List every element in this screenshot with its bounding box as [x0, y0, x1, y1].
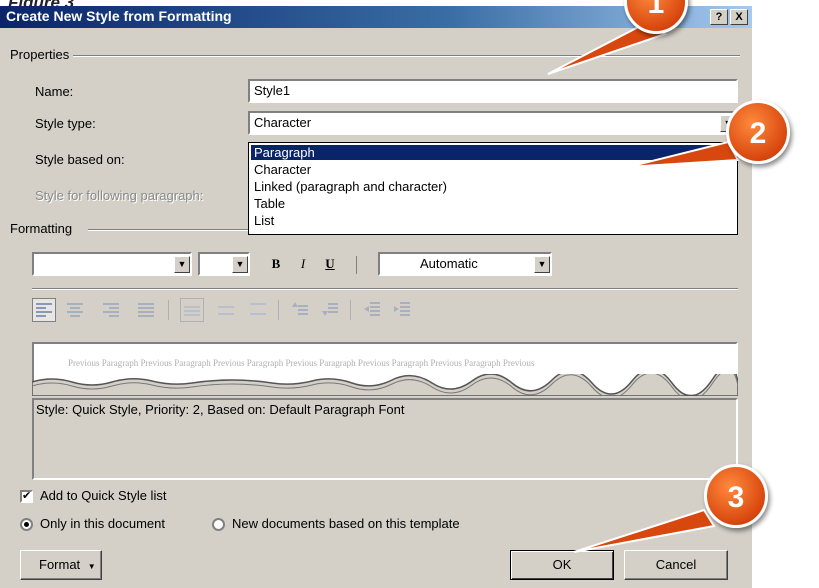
callout-badge-2: 2 [726, 100, 790, 164]
callout-arrow-3 [573, 508, 716, 553]
callout-arrow-2 [627, 140, 740, 168]
callout-badge-3: 3 [704, 464, 768, 528]
callout-arrows [547, 20, 740, 553]
